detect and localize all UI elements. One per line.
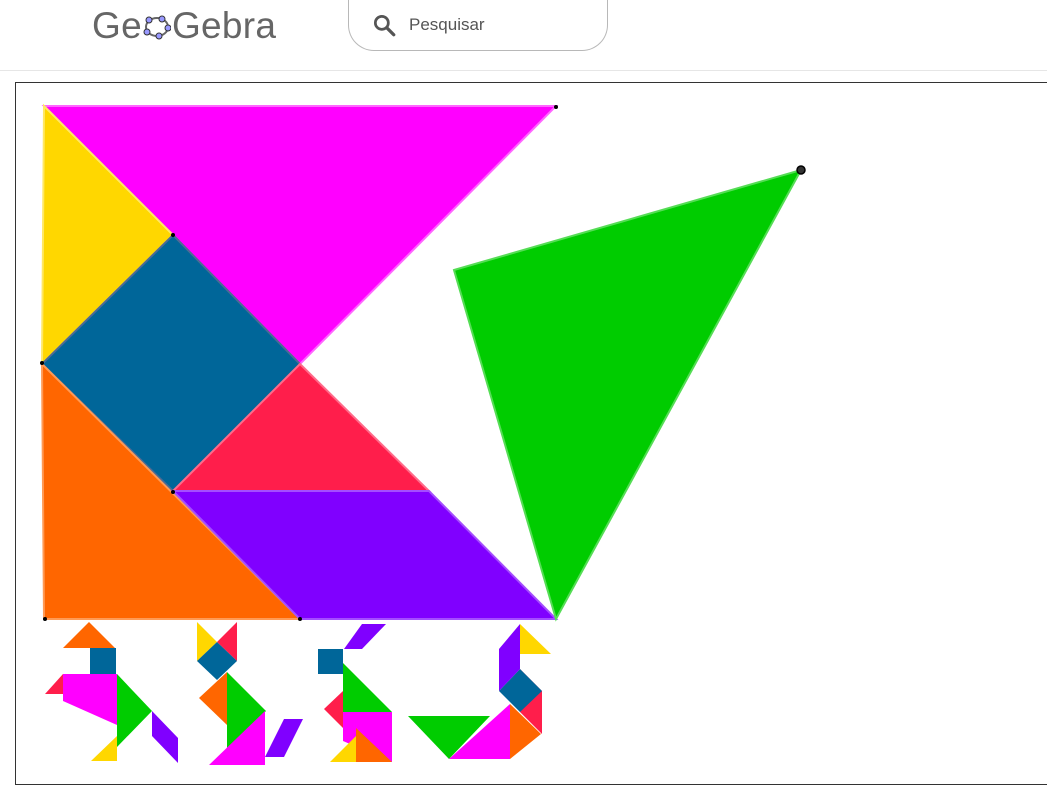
figure-2 [197, 622, 303, 765]
geogebra-applet[interactable] [15, 82, 1047, 785]
figure-4 [408, 624, 551, 759]
figure-3 [318, 624, 392, 762]
vertex-point[interactable] [43, 617, 47, 621]
vertex-point[interactable] [171, 233, 175, 237]
vertex-point[interactable] [171, 490, 175, 494]
top-header: Ge Gebra [0, 0, 1047, 71]
logo-text-start: Ge [92, 5, 142, 46]
rotation-handle[interactable] [796, 165, 806, 175]
geogebra-logo[interactable]: Ge Gebra [92, 4, 276, 48]
vertex-point[interactable] [554, 105, 558, 109]
vertex-point[interactable] [40, 361, 44, 365]
medium-triangle-green[interactable] [452, 168, 804, 622]
logo-text-end: Gebra [171, 5, 277, 46]
geogebra-logo-icon [143, 15, 171, 40]
search-icon[interactable] [371, 12, 397, 38]
figure-1 [45, 622, 178, 763]
search-input[interactable] [409, 12, 594, 38]
vertex-point[interactable] [298, 617, 302, 621]
tangram-board[interactable] [16, 83, 1047, 785]
search-bar[interactable] [348, 0, 608, 51]
